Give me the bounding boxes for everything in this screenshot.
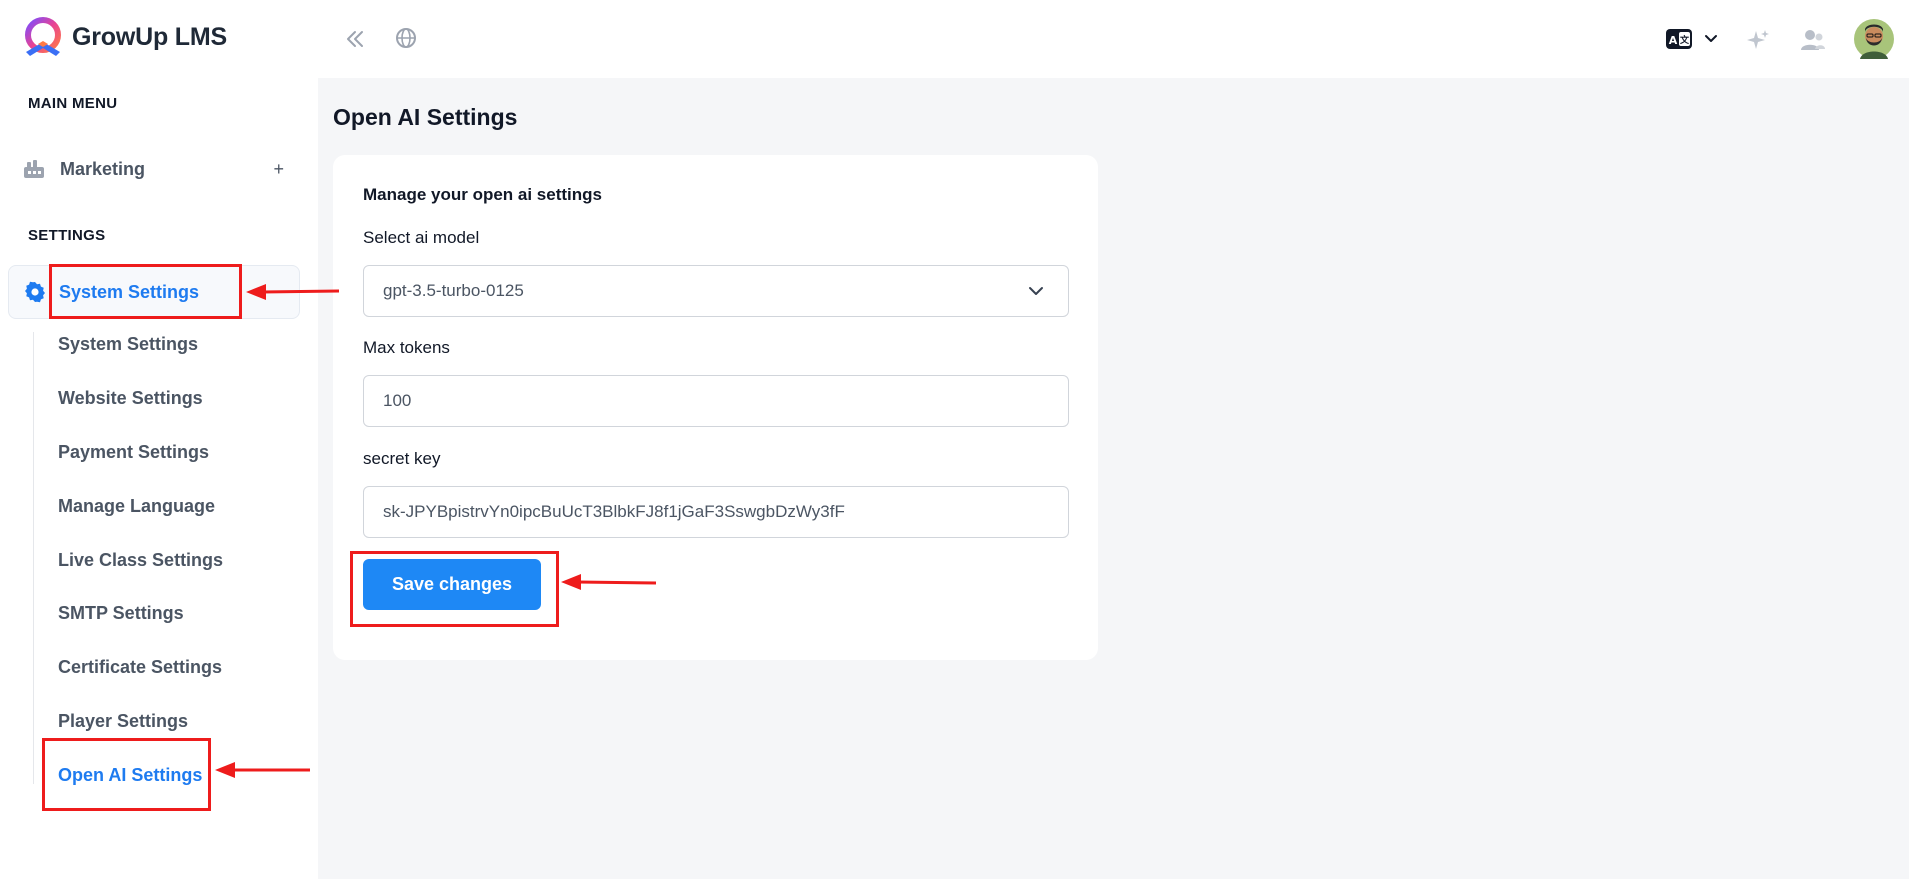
logo-icon bbox=[25, 17, 61, 56]
card-heading: Manage your open ai settings bbox=[363, 185, 602, 204]
submenu-item-system-settings[interactable]: System Settings bbox=[58, 334, 198, 355]
secret-key-value: sk-JPYBpistrvYn0ipcBuUcT3BlbkFJ8f1jGaF3S… bbox=[383, 502, 845, 521]
gear-icon bbox=[25, 281, 45, 303]
annotation-arrow-icon bbox=[215, 762, 310, 778]
chevron-down-icon[interactable] bbox=[1703, 32, 1719, 46]
users-icon[interactable] bbox=[1800, 28, 1826, 52]
app-logo[interactable]: GrowUp LMS bbox=[20, 16, 227, 58]
submenu-item-website-settings[interactable]: Website Settings bbox=[58, 388, 203, 409]
chevron-down-icon bbox=[1029, 287, 1043, 295]
secret-key-input[interactable]: sk-JPYBpistrvYn0ipcBuUcT3BlbkFJ8f1jGaF3S… bbox=[363, 486, 1069, 538]
globe-icon[interactable] bbox=[394, 26, 418, 50]
svg-text:文: 文 bbox=[1679, 34, 1690, 46]
collapse-sidebar-icon[interactable] bbox=[344, 28, 366, 50]
language-translate-icon[interactable]: A 文 bbox=[1666, 29, 1692, 49]
submenu-item-manage-language[interactable]: Manage Language bbox=[58, 496, 215, 517]
main-content: Open AI Settings Manage your open ai set… bbox=[318, 78, 1909, 879]
annotation-arrow-icon bbox=[246, 284, 340, 300]
sidebar-item-marketing[interactable]: Marketing + bbox=[22, 152, 292, 186]
submenu-item-payment-settings[interactable]: Payment Settings bbox=[58, 442, 209, 463]
marketing-icon bbox=[24, 160, 44, 178]
submenu-divider bbox=[33, 332, 34, 784]
submenu-item-live-class-settings[interactable]: Live Class Settings bbox=[58, 550, 223, 571]
app-name: GrowUp LMS bbox=[72, 22, 227, 51]
ai-model-value: gpt-3.5-turbo-0125 bbox=[383, 281, 524, 300]
max-tokens-value: 100 bbox=[383, 391, 412, 410]
annotation-arrow-icon bbox=[561, 574, 657, 590]
page-title: Open AI Settings bbox=[333, 104, 518, 130]
sidebar-item-label: Marketing bbox=[60, 158, 146, 179]
sparkle-icon[interactable] bbox=[1746, 28, 1770, 52]
submenu-item-player-settings[interactable]: Player Settings bbox=[58, 711, 188, 732]
avatar[interactable] bbox=[1854, 19, 1894, 59]
submenu-item-smtp-settings[interactable]: SMTP Settings bbox=[58, 603, 184, 624]
settings-heading: SETTINGS bbox=[28, 227, 106, 244]
max-tokens-input[interactable]: 100 bbox=[363, 375, 1069, 427]
highlight-box-system-settings bbox=[49, 264, 242, 319]
topbar: A 文 bbox=[318, 0, 1909, 78]
svg-text:A: A bbox=[1669, 34, 1678, 47]
main-menu-heading: MAIN MENU bbox=[28, 95, 118, 112]
max-tokens-label: Max tokens bbox=[363, 338, 450, 357]
secret-key-label: secret key bbox=[363, 449, 441, 468]
expand-icon[interactable]: + bbox=[273, 159, 284, 180]
submenu-item-certificate-settings[interactable]: Certificate Settings bbox=[58, 657, 222, 678]
highlight-box-open-ai-settings bbox=[42, 738, 211, 811]
highlight-box-save-button bbox=[350, 551, 559, 627]
model-label: Select ai model bbox=[363, 228, 480, 247]
ai-model-select[interactable]: gpt-3.5-turbo-0125 bbox=[363, 265, 1069, 317]
